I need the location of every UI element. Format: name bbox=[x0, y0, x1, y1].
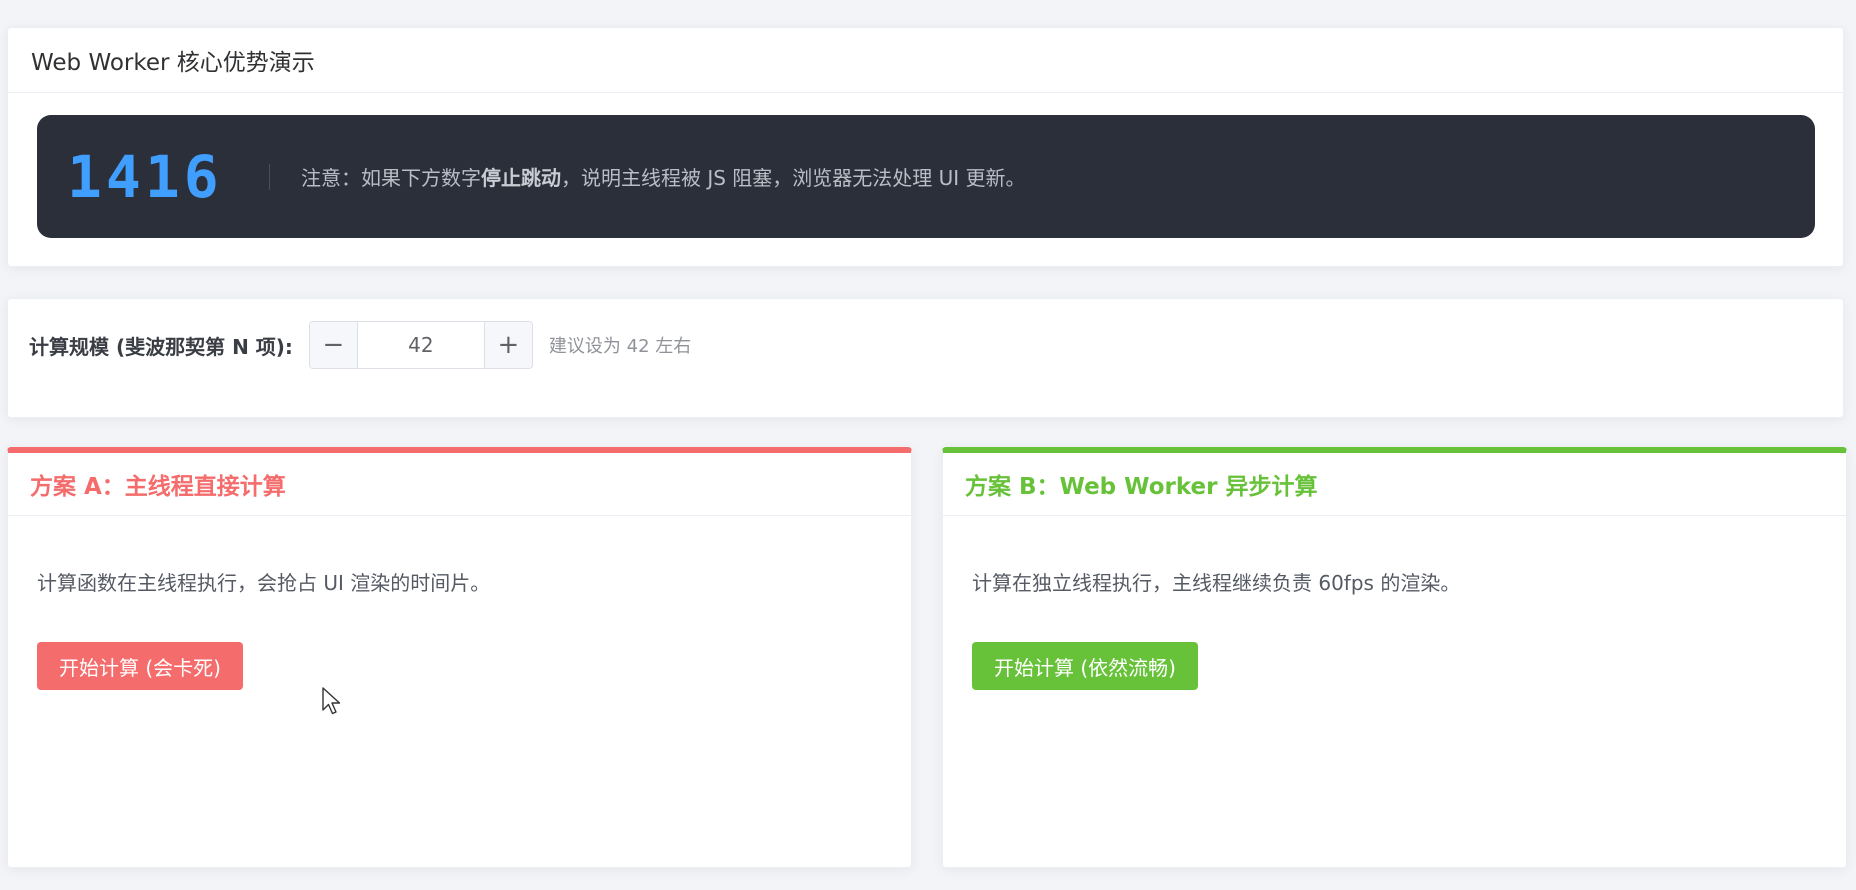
demo-card: Web Worker 核心优势演示 1416 注意：如果下方数字停止跳动，说明主… bbox=[7, 27, 1844, 267]
monitor-divider bbox=[269, 163, 270, 190]
scale-stepper: − + bbox=[308, 321, 533, 369]
plan-a-title: 方案 A：主线程直接计算 bbox=[8, 453, 911, 516]
notice-prefix: 注意：如果下方数字 bbox=[301, 166, 481, 190]
start-worker-button[interactable]: 开始计算 (依然流畅) bbox=[972, 642, 1198, 690]
page-title: Web Worker 核心优势演示 bbox=[8, 28, 1843, 93]
live-counter: 1416 bbox=[67, 142, 223, 211]
plan-b-title: 方案 B：Web Worker 异步计算 bbox=[943, 453, 1846, 516]
plan-b-card: 方案 B：Web Worker 异步计算 计算在独立线程执行，主线程继续负责 6… bbox=[942, 447, 1847, 868]
notice-suffix: ，说明主线程被 JS 阻塞，浏览器无法处理 UI 更新。 bbox=[561, 166, 1026, 190]
plan-a-description: 计算函数在主线程执行，会抢占 UI 渲染的时间片。 bbox=[37, 571, 491, 595]
start-main-thread-button[interactable]: 开始计算 (会卡死) bbox=[37, 642, 243, 690]
decrease-button[interactable]: − bbox=[309, 322, 358, 368]
plan-b-description: 计算在独立线程执行，主线程继续负责 60fps 的渲染。 bbox=[972, 571, 1461, 595]
scale-row: 计算规模 (斐波那契第 N 项): − + 建议设为 42 左右 bbox=[29, 321, 691, 369]
scale-settings-card: 计算规模 (斐波那契第 N 项): − + 建议设为 42 左右 bbox=[7, 298, 1844, 418]
plan-a-card: 方案 A：主线程直接计算 计算函数在主线程执行，会抢占 UI 渲染的时间片。 开… bbox=[7, 447, 912, 868]
scale-label: 计算规模 (斐波那契第 N 项): bbox=[29, 334, 293, 359]
scale-input[interactable] bbox=[357, 322, 484, 368]
increase-button[interactable]: + bbox=[483, 322, 532, 368]
notice-emphasis: 停止跳动 bbox=[481, 166, 561, 190]
scale-hint: 建议设为 42 左右 bbox=[548, 336, 692, 357]
frame-monitor: 1416 注意：如果下方数字停止跳动，说明主线程被 JS 阻塞，浏览器无法处理 … bbox=[37, 115, 1815, 238]
blocking-notice: 注意：如果下方数字停止跳动，说明主线程被 JS 阻塞，浏览器无法处理 UI 更新… bbox=[301, 162, 1026, 191]
